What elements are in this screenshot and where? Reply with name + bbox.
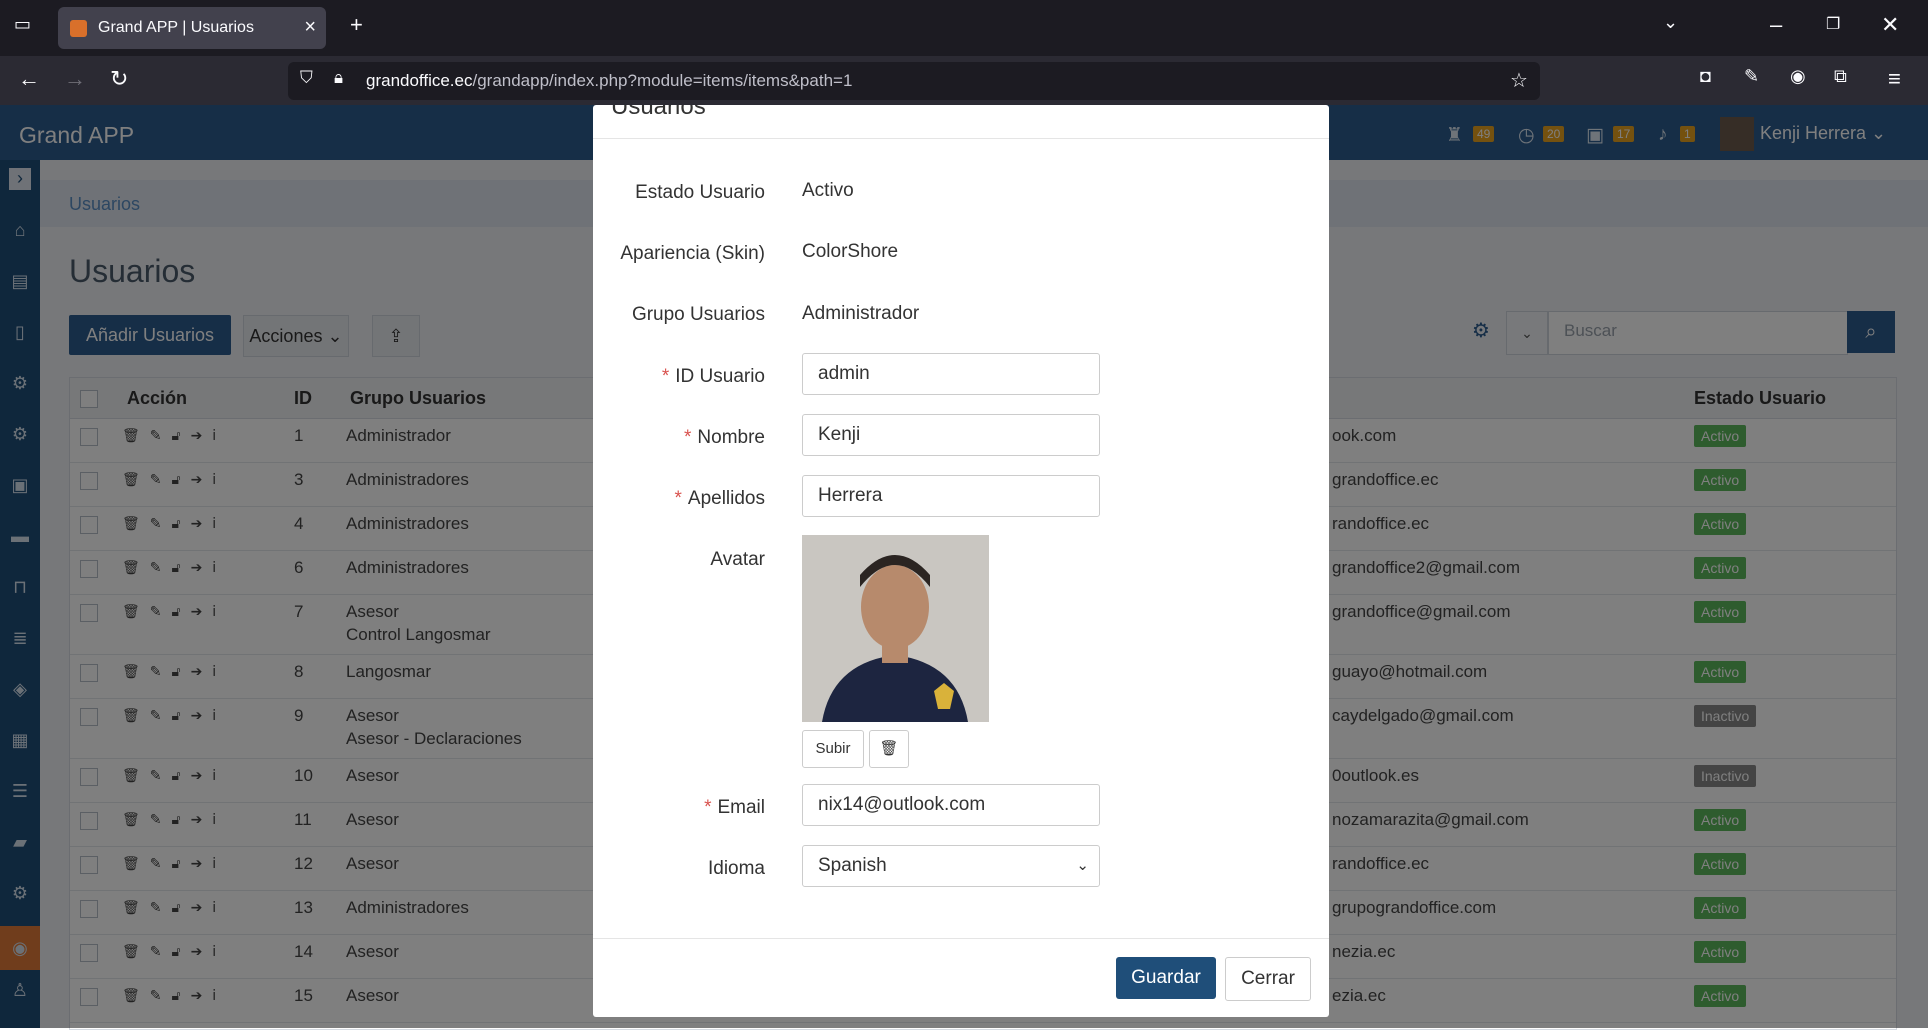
- user-modal: Usuarios Estado Usuario Activo Aparienci…: [593, 105, 1329, 1017]
- close-button[interactable]: Cerrar: [1225, 957, 1311, 1001]
- save-button[interactable]: Guardar: [1116, 957, 1216, 999]
- estado-value: Activo: [802, 180, 854, 201]
- delete-avatar-button[interactable]: 🗑︎: [869, 730, 909, 768]
- tabs-dropdown-icon[interactable]: ⌄: [1663, 12, 1678, 33]
- nombre-label: * Nombre: [684, 427, 765, 449]
- modal-header: Usuarios: [593, 105, 1329, 139]
- close-tab-icon[interactable]: ×: [304, 16, 316, 39]
- avatar-photo: [802, 535, 989, 722]
- apellidos-label-text: Apellidos: [687, 488, 765, 509]
- idioma-label: Idioma: [707, 858, 765, 879]
- avatar-image: [802, 535, 989, 722]
- bookmark-star-icon[interactable]: ☆: [1510, 68, 1528, 93]
- url-text[interactable]: grandoffice.ec/grandapp/index.php?module…: [366, 71, 852, 91]
- forward-icon[interactable]: →: [64, 66, 86, 92]
- minimize-icon[interactable]: –: [1770, 12, 1782, 38]
- email-label: * Email: [704, 797, 765, 819]
- estado-label: Estado Usuario: [635, 182, 765, 203]
- restore-icon[interactable]: ❐: [1826, 14, 1840, 34]
- extensions-icon[interactable]: ⧉: [1834, 66, 1847, 87]
- email-label-text: Email: [717, 797, 765, 818]
- tab-title: Grand APP | Usuarios: [98, 19, 254, 36]
- chevron-down-icon: ⌄: [1076, 857, 1089, 874]
- apellidos-input[interactable]: [802, 475, 1100, 517]
- nombre-input[interactable]: [802, 414, 1100, 456]
- modal-title: Usuarios: [611, 105, 706, 120]
- grupo-value: Administrador: [802, 303, 920, 324]
- id-usuario-label: * ID Usuario: [662, 366, 765, 388]
- browser-tabbar: ▭ Grand APP | Usuarios × + ⌄ – ❐ ✕: [0, 0, 1928, 56]
- url-bar[interactable]: ⛉ 🔒︎ grandoffice.ec/grandapp/index.php?m…: [288, 62, 1540, 100]
- required-mark: *: [704, 797, 712, 818]
- favicon-icon: [70, 20, 87, 37]
- account-icon[interactable]: ◉: [1790, 66, 1806, 87]
- nombre-label-text: Nombre: [697, 427, 765, 448]
- email-field[interactable]: [802, 784, 1100, 826]
- shield-icon[interactable]: ⛉: [300, 68, 313, 88]
- wrench-icon[interactable]: ✎: [1744, 66, 1759, 87]
- apellidos-label: * Apellidos: [674, 488, 765, 510]
- avatar-label: Avatar: [710, 549, 765, 570]
- required-mark: *: [661, 366, 670, 387]
- new-tab-icon[interactable]: +: [350, 12, 363, 38]
- idioma-select[interactable]: Spanish ⌄: [802, 845, 1100, 887]
- back-icon[interactable]: ←: [18, 66, 40, 92]
- required-mark: *: [674, 488, 682, 509]
- modal-footer-divider: [593, 938, 1329, 939]
- tab-list-icon[interactable]: ▭: [14, 14, 31, 35]
- browser-tab[interactable]: Grand APP | Usuarios ×: [58, 7, 326, 49]
- reload-icon[interactable]: ↻: [110, 66, 128, 92]
- lock-icon[interactable]: 🔒︎: [334, 68, 343, 88]
- close-window-icon[interactable]: ✕: [1881, 12, 1899, 38]
- id-usuario-input[interactable]: [802, 353, 1100, 395]
- menu-icon[interactable]: ≡: [1888, 66, 1901, 92]
- upload-avatar-button[interactable]: Subir: [802, 730, 864, 768]
- grupo-label: Grupo Usuarios: [631, 304, 765, 325]
- idioma-selected: Spanish: [818, 855, 887, 876]
- id-usuario-label-text: ID Usuario: [675, 366, 765, 387]
- skin-label: Apariencia (Skin): [620, 243, 765, 264]
- required-mark: *: [684, 427, 692, 448]
- pocket-icon[interactable]: ◘: [1700, 66, 1711, 87]
- skin-value: ColorShore: [802, 241, 899, 262]
- trash-icon: 🗑︎: [879, 740, 899, 757]
